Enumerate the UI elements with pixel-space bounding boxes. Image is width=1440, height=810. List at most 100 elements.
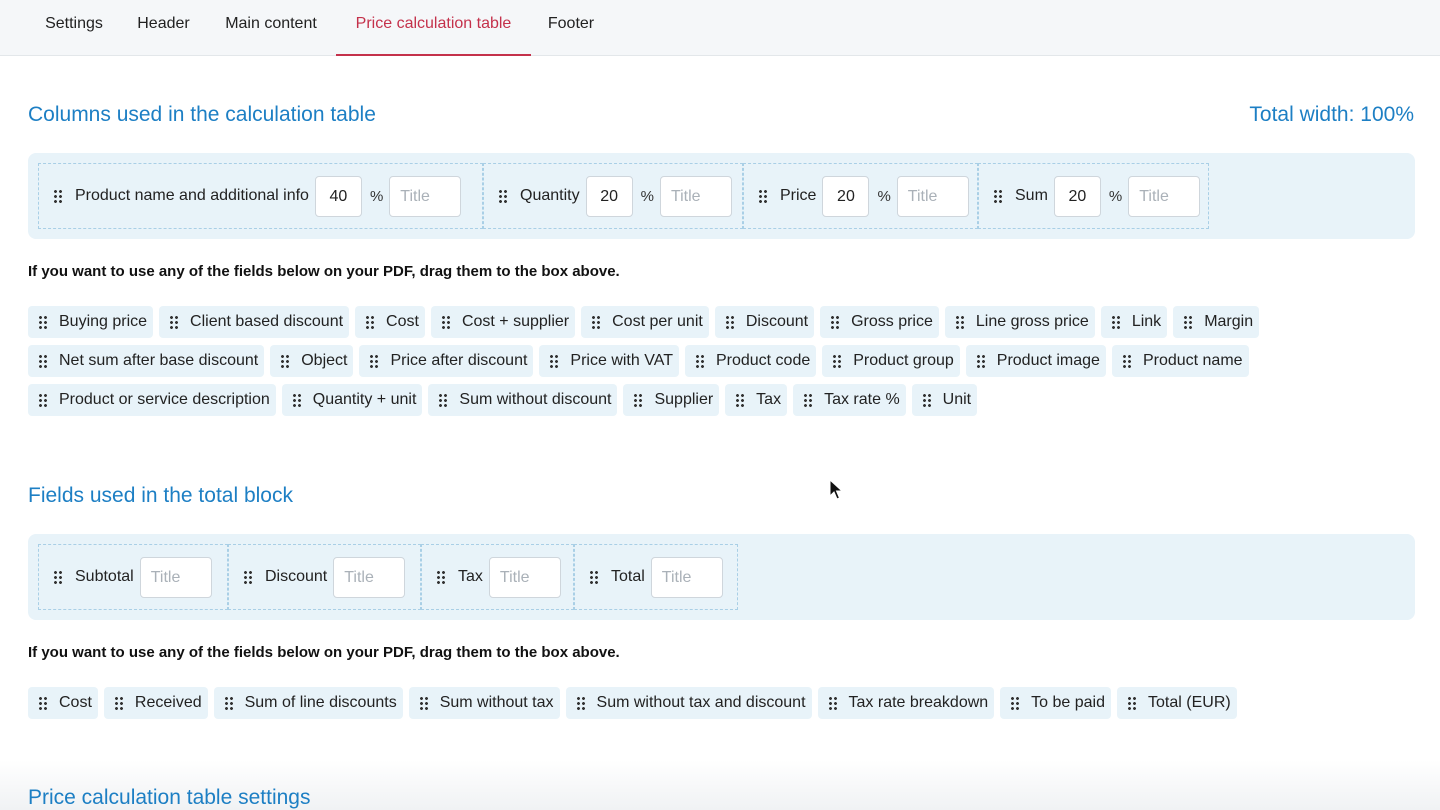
tab-header[interactable]: Header — [126, 0, 201, 56]
drag-handle-icon[interactable] — [633, 393, 644, 407]
drag-handle-icon[interactable] — [38, 315, 48, 329]
available-total-chip-total-eur[interactable]: Total (EUR) — [1117, 687, 1237, 719]
column-slot-price[interactable]: Price 20 % Title — [743, 163, 978, 229]
available-column-chip-client-based-discount[interactable]: Client based discount — [159, 306, 350, 338]
available-column-chip-tax[interactable]: Tax — [725, 384, 788, 416]
drag-handle-icon[interactable] — [827, 696, 838, 710]
total-title-input[interactable]: Title — [488, 556, 561, 598]
available-column-chip-product-image[interactable]: Product image — [965, 345, 1106, 377]
available-column-chip-object[interactable]: Object — [270, 345, 354, 377]
total-title-input[interactable]: Title — [139, 556, 212, 598]
column-title-input[interactable]: Title — [896, 175, 969, 217]
available-column-chip-buying-price[interactable]: Buying price — [28, 306, 154, 338]
drag-handle-icon[interactable] — [1121, 354, 1132, 368]
available-column-chip-gross-price[interactable]: Gross price — [820, 306, 939, 338]
drag-handle-icon[interactable] — [369, 354, 380, 368]
drag-handle-icon[interactable] — [724, 315, 735, 329]
available-column-chip-sum-without-discount[interactable]: Sum without discount — [428, 384, 618, 416]
drag-handle-icon[interactable] — [169, 315, 180, 329]
drag-handle-icon[interactable] — [735, 393, 746, 407]
drag-handle-icon[interactable] — [758, 189, 768, 203]
totals-drop-zone[interactable]: Subtotal Title Discount Title Tax Title … — [28, 534, 1415, 620]
columns-drop-zone[interactable]: Product name and additional info 40 % Ti… — [28, 153, 1415, 239]
column-width-input[interactable]: 40 — [314, 175, 362, 217]
column-title-input[interactable]: Title — [1128, 175, 1201, 217]
drag-handle-icon[interactable] — [830, 315, 841, 329]
available-column-chip-line-gross-price[interactable]: Line gross price — [944, 306, 1095, 338]
drag-handle-icon[interactable] — [113, 696, 124, 710]
drag-handle-icon[interactable] — [498, 189, 508, 203]
available-column-chip-cost[interactable]: Cost — [355, 306, 425, 338]
column-slot-quantity[interactable]: Quantity 20 % Title — [483, 163, 743, 229]
drag-handle-icon[interactable] — [223, 696, 234, 710]
drag-handle-icon[interactable] — [365, 315, 376, 329]
column-width-input[interactable]: 20 — [1053, 175, 1101, 217]
drag-handle-icon[interactable] — [975, 354, 986, 368]
drag-handle-icon[interactable] — [1183, 315, 1194, 329]
drag-handle-icon[interactable] — [1010, 696, 1021, 710]
drag-handle-icon[interactable] — [832, 354, 843, 368]
drag-handle-icon[interactable] — [53, 189, 63, 203]
available-column-chip-margin[interactable]: Margin — [1173, 306, 1260, 338]
available-total-chip-sum-without-tax-and-discount[interactable]: Sum without tax and discount — [565, 687, 812, 719]
column-slot-product-name[interactable]: Product name and additional info 40 % Ti… — [38, 163, 483, 229]
column-title-input[interactable]: Title — [659, 175, 732, 217]
drag-handle-icon[interactable] — [38, 696, 48, 710]
available-column-chip-price-with-vat[interactable]: Price with VAT — [539, 345, 679, 377]
drag-handle-icon[interactable] — [954, 315, 965, 329]
total-title-input[interactable]: Title — [333, 556, 406, 598]
drag-handle-icon[interactable] — [243, 570, 253, 584]
available-total-chip-received[interactable]: Received — [103, 687, 208, 719]
drag-handle-icon[interactable] — [53, 570, 63, 584]
available-total-chip-sum-of-line-discounts[interactable]: Sum of line discounts — [213, 687, 403, 719]
available-column-chip-unit[interactable]: Unit — [911, 384, 978, 416]
drag-handle-icon[interactable] — [591, 315, 602, 329]
tab-main-content[interactable]: Main content — [212, 0, 330, 56]
available-column-chip-price-after-discount[interactable]: Price after discount — [359, 345, 534, 377]
available-column-chip-net-sum-after-base-discount[interactable]: Net sum after base discount — [28, 345, 265, 377]
available-column-chip-discount[interactable]: Discount — [714, 306, 815, 338]
tab-price-calculation-table[interactable]: Price calculation table — [336, 0, 531, 56]
total-slot-discount[interactable]: Discount Title — [228, 544, 421, 610]
drag-handle-icon[interactable] — [589, 570, 599, 584]
available-total-chip-tax-rate-breakdown[interactable]: Tax rate breakdown — [817, 687, 995, 719]
available-column-chip-product-group[interactable]: Product group — [822, 345, 960, 377]
drag-handle-icon[interactable] — [1110, 315, 1121, 329]
drag-handle-icon[interactable] — [694, 354, 705, 368]
drag-handle-icon[interactable] — [575, 696, 586, 710]
available-total-chip-to-be-paid[interactable]: To be paid — [1000, 687, 1112, 719]
drag-handle-icon[interactable] — [438, 393, 449, 407]
column-title-input[interactable]: Title — [389, 175, 462, 217]
total-slot-total[interactable]: Total Title — [574, 544, 738, 610]
tab-settings[interactable]: Settings — [28, 0, 120, 56]
drag-handle-icon[interactable] — [1127, 696, 1138, 710]
drag-handle-icon[interactable] — [280, 354, 291, 368]
column-width-input[interactable]: 20 — [822, 175, 870, 217]
drag-handle-icon[interactable] — [38, 393, 48, 407]
column-width-input[interactable]: 20 — [585, 175, 633, 217]
available-column-chip-link[interactable]: Link — [1100, 306, 1168, 338]
total-title-input[interactable]: Title — [650, 556, 723, 598]
drag-handle-icon[interactable] — [549, 354, 560, 368]
available-column-chip-product-or-service-description[interactable]: Product or service description — [28, 384, 276, 416]
drag-handle-icon[interactable] — [921, 393, 932, 407]
available-column-chip-cost-per-unit[interactable]: Cost per unit — [581, 306, 709, 338]
available-column-chip-quantity-unit[interactable]: Quantity + unit — [281, 384, 423, 416]
drag-handle-icon[interactable] — [38, 354, 48, 368]
available-total-chip-sum-without-tax[interactable]: Sum without tax — [408, 687, 560, 719]
column-slot-sum[interactable]: Sum 20 % Title — [978, 163, 1209, 229]
drag-handle-icon[interactable] — [291, 393, 302, 407]
drag-handle-icon[interactable] — [418, 696, 429, 710]
drag-handle-icon[interactable] — [993, 189, 1003, 203]
available-column-chip-product-name[interactable]: Product name — [1111, 345, 1249, 377]
available-column-chip-product-code[interactable]: Product code — [684, 345, 817, 377]
total-slot-subtotal[interactable]: Subtotal Title — [38, 544, 228, 610]
available-column-chip-cost-supplier[interactable]: Cost + supplier — [430, 306, 576, 338]
tab-footer[interactable]: Footer — [537, 0, 605, 56]
total-slot-tax[interactable]: Tax Title — [421, 544, 574, 610]
available-column-chip-tax-rate[interactable]: Tax rate % — [793, 384, 906, 416]
drag-handle-icon[interactable] — [803, 393, 814, 407]
drag-handle-icon[interactable] — [440, 315, 451, 329]
available-total-chip-cost[interactable]: Cost — [28, 687, 98, 719]
available-column-chip-supplier[interactable]: Supplier — [623, 384, 720, 416]
